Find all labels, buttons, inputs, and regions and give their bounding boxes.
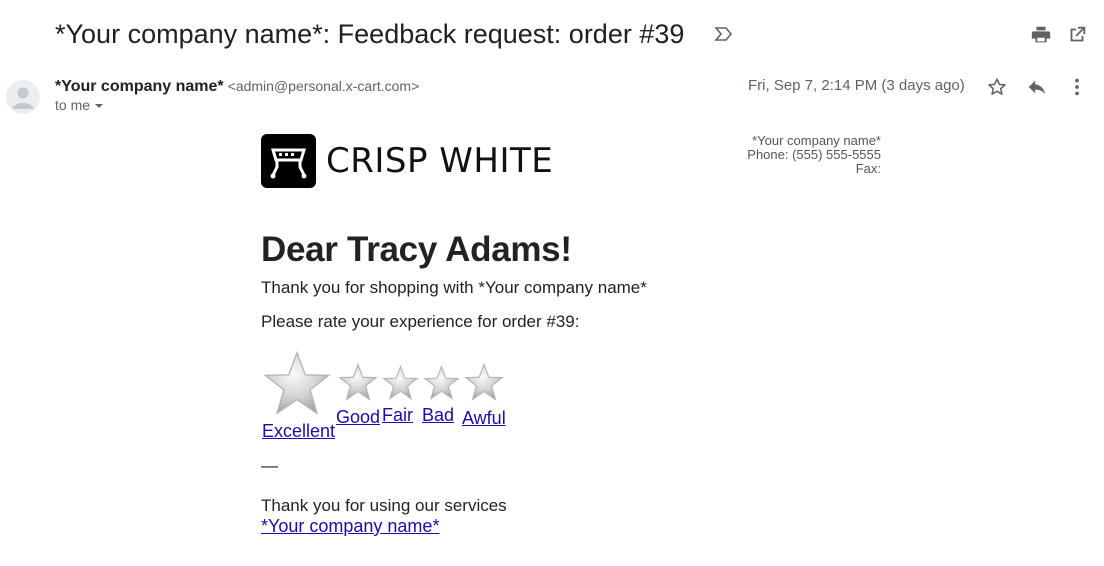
rating-fair[interactable] xyxy=(382,365,419,405)
company-name: *Your company name* xyxy=(752,133,881,148)
email-date: Fri, Sep 7, 2:14 PM (3 days ago) xyxy=(748,77,965,94)
thanks-line: Thank you for shopping with *Your compan… xyxy=(261,278,647,297)
rating-awful[interactable] xyxy=(464,363,504,406)
important-marker-icon[interactable] xyxy=(714,25,734,43)
rating-star-icon xyxy=(424,365,459,400)
rating-link-good[interactable]: Good xyxy=(336,407,380,428)
rating-link-excellent[interactable]: Excellent xyxy=(262,421,335,442)
print-icon[interactable] xyxy=(1030,24,1052,46)
rating-link-awful[interactable]: Awful xyxy=(462,408,506,429)
more-vert-icon[interactable] xyxy=(1066,76,1088,98)
recipient-details-toggle[interactable]: to me xyxy=(55,97,104,113)
rating-star-icon xyxy=(383,365,418,400)
sender-line: *Your company name* <admin@personal.x-car… xyxy=(55,76,419,97)
rating-good[interactable] xyxy=(338,363,378,406)
logo-text: CRISP WHITE xyxy=(326,141,554,181)
closing-text: Thank you for using our services xyxy=(261,496,507,515)
company-phone: Phone: (555) 555-5555 xyxy=(747,147,881,162)
rating-star-icon xyxy=(465,363,503,401)
reply-icon[interactable] xyxy=(1026,76,1048,98)
rating-bad[interactable] xyxy=(423,365,460,405)
crisp-white-logo-icon xyxy=(261,134,316,188)
chevron-down-icon xyxy=(95,104,104,109)
rating-star-icon xyxy=(339,363,377,401)
rating-link-fair[interactable]: Fair xyxy=(382,405,413,426)
rating-star-icon xyxy=(264,352,330,414)
open-in-new-window-icon[interactable] xyxy=(1066,24,1088,46)
signature-link[interactable]: *Your company name* xyxy=(261,516,439,537)
recipient-label: to me xyxy=(55,97,91,113)
email-subject: *Your company name*: Feedback request: o… xyxy=(55,19,685,49)
star-icon[interactable] xyxy=(986,76,1008,98)
company-fax: Fax: xyxy=(855,161,881,176)
company-contact-info: *Your company name* Phone: (555) 555-555… xyxy=(747,134,881,176)
rate-prompt: Please rate your experience for order #3… xyxy=(261,312,580,331)
avatar-icon xyxy=(12,87,34,109)
rating-excellent[interactable] xyxy=(262,350,332,421)
closing-dash: — xyxy=(261,456,278,475)
sender-name[interactable]: *Your company name* xyxy=(55,78,224,95)
greeting-heading: Dear Tracy Adams! xyxy=(261,230,572,269)
sender-email: <admin@personal.x-cart.com> xyxy=(227,78,420,94)
rating-link-bad[interactable]: Bad xyxy=(422,405,454,426)
avatar[interactable] xyxy=(6,80,40,114)
